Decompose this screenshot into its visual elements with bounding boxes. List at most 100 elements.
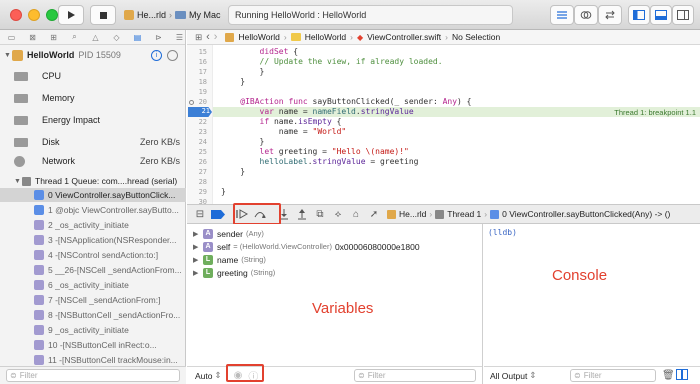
info-icon[interactable]: ⓘ: [248, 368, 258, 383]
stack-frame-row[interactable]: 0 ViewController.sayButtonClick...: [0, 188, 186, 202]
debug-navigator: ▭ ⊠ ⊞ ⌕ △ ◇ ▤ ⊳ ☰ ▼ HelloWorld PID 15509…: [0, 30, 186, 384]
breakpoint-marker[interactable]: 21: [188, 107, 212, 117]
project-icon: [225, 32, 235, 42]
navigator-filter-input[interactable]: ⊜ Filter: [6, 369, 180, 382]
report-icon[interactable]: ☰: [174, 33, 185, 42]
status-icon[interactable]: [167, 49, 178, 61]
toggle-navigator-button[interactable]: [628, 5, 650, 25]
minimize-window-button[interactable]: [28, 9, 40, 21]
console-bottom-bar: All Output ⇕ ⊜ Filter 🗑︎: [484, 366, 700, 384]
close-window-button[interactable]: [10, 9, 22, 21]
console-view[interactable]: (lldb) Console All Output ⇕ ⊜ Filter 🗑︎: [484, 224, 700, 384]
step-into-shape-icon: [280, 209, 288, 220]
info-icon[interactable]: i: [151, 49, 162, 61]
process-row[interactable]: ▼ HelloWorld PID 15509 i: [0, 46, 186, 64]
jump-crumb[interactable]: HelloWorld: [305, 32, 346, 42]
zoom-window-button[interactable]: [46, 9, 58, 21]
gauge-label: Energy Impact: [42, 115, 101, 125]
scheme-selector[interactable]: He...rld › My Mac: [124, 6, 224, 24]
stack-frame-row[interactable]: 6 _os_activity_initiate: [0, 278, 186, 292]
ibaction-connection-icon[interactable]: [189, 100, 194, 105]
symbol-icon[interactable]: ⊞: [48, 33, 59, 42]
console-filter-input[interactable]: ⊜ Filter: [570, 369, 656, 382]
hide-debug-area-icon[interactable]: ⊟: [191, 205, 209, 223]
step-over-icon[interactable]: [251, 205, 269, 223]
debug-crumb[interactable]: Thread 1: [447, 209, 481, 219]
folder-icon[interactable]: ▭: [6, 33, 17, 42]
toggle-utilities-button[interactable]: [672, 5, 694, 25]
line-number: 18: [198, 78, 207, 86]
stack-frame-row[interactable]: 7 -[NSCell _sendActionFrom:]: [0, 293, 186, 307]
argument-badge: A: [203, 228, 213, 239]
gauge-row-disk[interactable]: Disk Zero KB/s: [0, 132, 186, 152]
jump-crumb[interactable]: ViewController.swift: [367, 32, 441, 42]
run-button[interactable]: [58, 5, 84, 25]
stack-frame-row[interactable]: 1 @objc ViewController.sayButto...: [0, 203, 186, 217]
diamond-icon[interactable]: ◇: [111, 33, 122, 42]
right-panel-icon: [677, 10, 689, 20]
warning-icon[interactable]: △: [90, 33, 101, 42]
breakpoints-toggle-icon[interactable]: [209, 205, 227, 223]
variable-row[interactable]: ▶ L greeting (String): [193, 266, 275, 279]
gauge-row-memory[interactable]: Memory: [0, 88, 186, 108]
variable-row[interactable]: ▶ A self = (HelloWorld.ViewController) 0…: [193, 240, 420, 253]
stack-frame-row[interactable]: 8 -[NSButtonCell _sendActionFro...: [0, 308, 186, 322]
memory-graph-icon[interactable]: ⟡: [329, 205, 347, 223]
continue-icon[interactable]: [233, 205, 251, 223]
quick-look-icon[interactable]: ◉: [234, 370, 243, 381]
variable-row[interactable]: ▶ L name (String): [193, 253, 266, 266]
stack-frame-row[interactable]: 11 -[NSButtonCell trackMouse:in...: [0, 353, 186, 367]
stack-frame-row[interactable]: 10 -[NSButtonCell inRect:o...: [0, 338, 186, 352]
standard-editor-button[interactable]: [550, 5, 574, 25]
gauge-row-energy[interactable]: Energy Impact: [0, 110, 186, 130]
output-select[interactable]: All Output: [490, 371, 527, 381]
app-icon: [12, 49, 23, 61]
jump-crumb[interactable]: HelloWorld: [238, 32, 279, 42]
breakpoint-icon[interactable]: ⊳: [153, 33, 164, 42]
variables-filter-input[interactable]: ⊜ Filter: [354, 369, 476, 382]
step-into-icon[interactable]: [275, 205, 293, 223]
stack-frame-row[interactable]: 3 -[NSApplication(NSResponder...: [0, 233, 186, 247]
variable-name: sender: [217, 228, 243, 239]
scope-select[interactable]: Auto: [195, 371, 213, 381]
environment-icon[interactable]: ⌂: [347, 205, 365, 223]
grid-icon[interactable]: ⊞: [195, 32, 202, 43]
disclosure-closed-icon[interactable]: ▶: [193, 269, 203, 277]
debug-crumb[interactable]: 0 ViewController.sayButtonClicked(Any) -…: [502, 209, 670, 219]
location-icon[interactable]: ➚: [365, 205, 383, 223]
jump-crumb[interactable]: No Selection: [452, 32, 500, 42]
stack-frame-row[interactable]: 4 -[NSControl sendAction:to:]: [0, 248, 186, 262]
debug-gauge-icon[interactable]: ▤: [132, 33, 143, 42]
variable-row[interactable]: ▶ A sender (Any): [193, 227, 264, 240]
disclosure-closed-icon[interactable]: ▶: [193, 256, 203, 264]
gauge-row-network[interactable]: Network Zero KB/s: [0, 151, 186, 171]
thread-row[interactable]: ▼ Thread 1 Queue: com....hread (serial): [0, 174, 186, 188]
trash-icon[interactable]: 🗑︎: [662, 370, 675, 381]
navigator-tabs: ▭ ⊠ ⊞ ⌕ △ ◇ ▤ ⊳ ☰: [0, 30, 185, 45]
source-control-icon[interactable]: ⊠: [27, 33, 38, 42]
disclosure-closed-icon[interactable]: ▶: [193, 230, 203, 238]
disclosure-closed-icon[interactable]: ▶: [193, 243, 203, 251]
stack-frame-row[interactable]: 2 _os_activity_initiate: [0, 218, 186, 232]
stop-button[interactable]: [90, 5, 116, 25]
toggle-debug-area-button[interactable]: [650, 5, 672, 25]
stack-frame-row[interactable]: 5 __26-[NSCell _sendActionFrom...: [0, 263, 186, 277]
back-arrow-icon[interactable]: ‹: [206, 31, 210, 43]
source-editor[interactable]: 15 16 17 18 19 20 22 23 24 25 26 27 28 2…: [187, 45, 700, 206]
system-frame-icon: [34, 220, 44, 230]
code-line: }: [221, 137, 265, 146]
step-out-icon[interactable]: [293, 205, 311, 223]
variables-view[interactable]: ▶ A sender (Any) ▶ A self = (HelloWorld.…: [187, 224, 483, 384]
window-toolbar: He...rld › My Mac Running HelloWorld : H…: [0, 0, 700, 30]
search-icon[interactable]: ⌕: [69, 32, 80, 42]
version-editor-button[interactable]: [598, 5, 622, 25]
forward-arrow-icon[interactable]: ›: [214, 31, 218, 43]
debug-crumb[interactable]: He...rld: [399, 209, 426, 219]
split-view-icon[interactable]: [676, 369, 688, 382]
assistant-editor-button[interactable]: [574, 5, 598, 25]
line-number-gutter[interactable]: 15 16 17 18 19 20 22 23 24 25 26 27 28 2…: [187, 45, 213, 206]
system-frame-icon: [34, 325, 44, 335]
view-hierarchy-icon[interactable]: ⧉: [311, 205, 329, 223]
stack-frame-row[interactable]: 9 _os_activity_initiate: [0, 323, 186, 337]
gauge-row-cpu[interactable]: CPU: [0, 66, 186, 86]
